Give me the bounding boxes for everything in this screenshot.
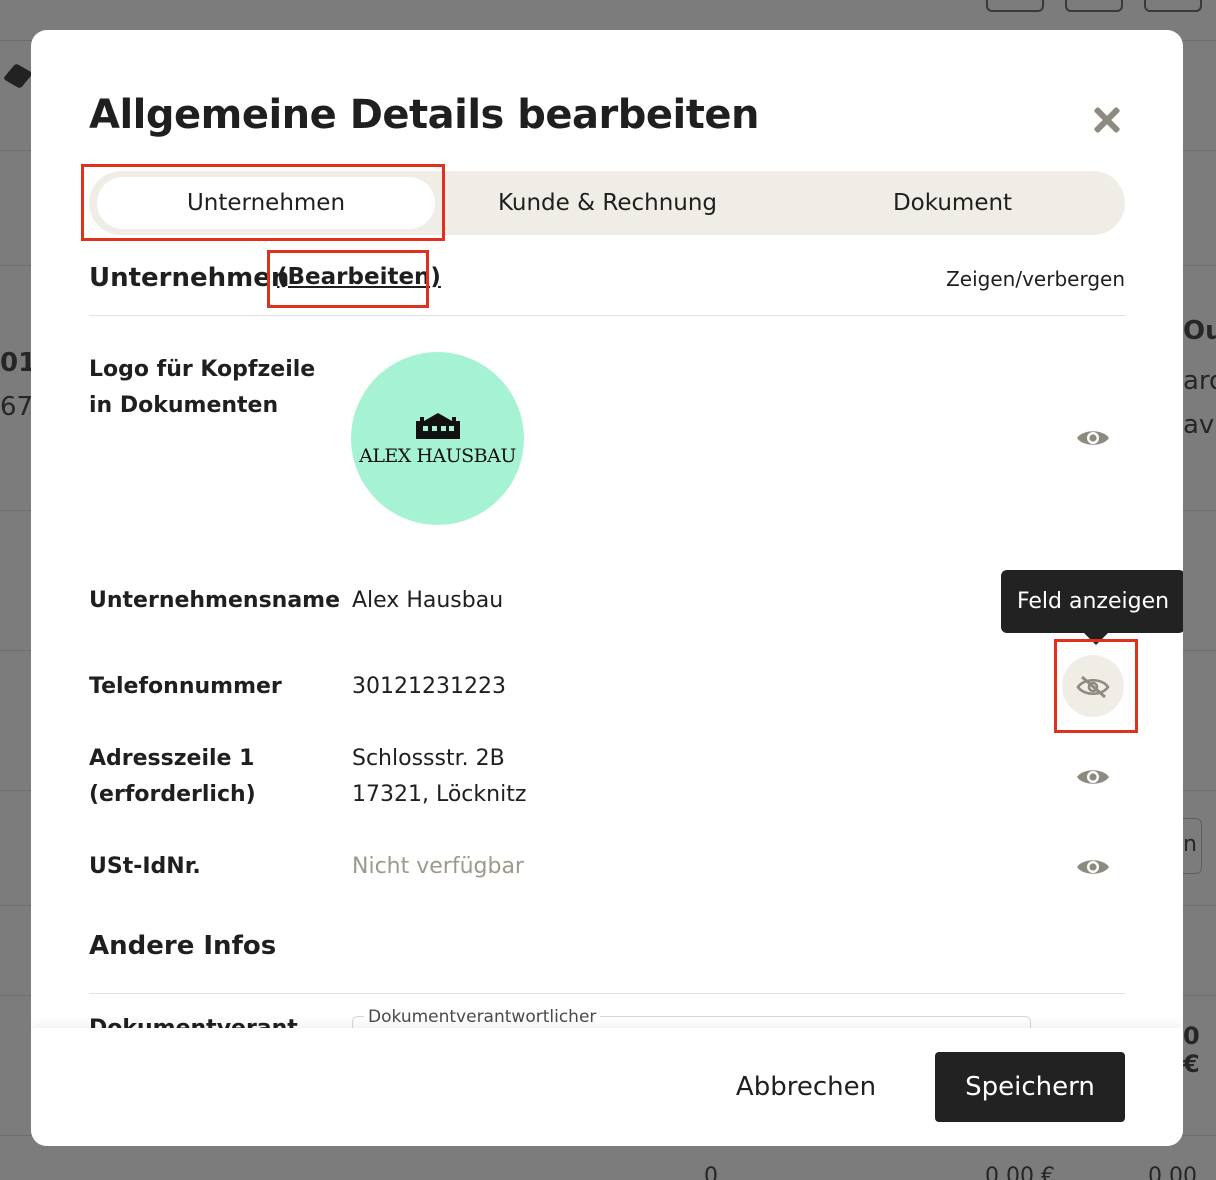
bg-fragment: 0 — [704, 1164, 718, 1180]
tooltip: Feld anzeigen — [1001, 570, 1183, 633]
vat-label: USt-IdNr. — [89, 854, 201, 879]
eye-icon-logo[interactable] — [1075, 427, 1111, 449]
tab-bar: Unternehmen Kunde & Rechnung Dokument — [89, 171, 1125, 235]
box-icon — [2, 63, 34, 89]
address-label-line1: Adresszeile 1 — [89, 746, 255, 771]
logo-label: Logo für Kopfzeile in Dokumenten — [89, 352, 315, 424]
company-name-value: Alex Hausbau — [352, 588, 504, 613]
vat-value: Nicht verfügbar — [352, 854, 524, 879]
document-owner-legend: Dokumentverantwortlicher — [364, 1007, 601, 1027]
bg-fragment: aro — [1183, 366, 1216, 396]
logo-label-line1: Logo für Kopfzeile — [89, 357, 316, 382]
save-button[interactable]: Speichern — [935, 1052, 1125, 1122]
address-label-line2: (erforderlich) — [89, 782, 256, 807]
bg-fragment: 0,00 € — [1148, 1164, 1197, 1180]
tab-unternehmen[interactable]: Unternehmen — [97, 177, 435, 229]
visibility-column-header: Zeigen/verbergen — [946, 267, 1125, 291]
section-divider — [89, 315, 1125, 316]
logo-text: ALEX HAUSBAU — [359, 444, 516, 467]
logo-label-line2: in Dokumenten — [89, 393, 279, 418]
other-info-title: Andere Infos — [89, 931, 277, 961]
edit-details-modal: Allgemeine Details bearbeiten Unternehme… — [31, 30, 1183, 1146]
bg-fragment: n — [1183, 832, 1197, 857]
bg-toolbar-button — [986, 0, 1044, 12]
bg-fragment: 0 € — [1183, 1022, 1200, 1078]
eye-icon-vat[interactable] — [1075, 856, 1111, 878]
address-value: Schlossstr. 2B 17321, Löcknitz — [352, 741, 526, 813]
modal-footer: Abbrechen Speichern — [31, 1028, 1183, 1146]
bg-toolbar-button — [1065, 0, 1123, 12]
company-logo: ALEX HAUSBAU — [351, 352, 524, 525]
bg-fragment: 0,00 € — [985, 1164, 1055, 1180]
edit-company-link[interactable]: (Bearbeiten) — [277, 264, 441, 290]
address-label: Adresszeile 1 (erforderlich) — [89, 741, 256, 813]
bg-fragment: Ous — [1183, 316, 1216, 346]
phone-label: Telefonnummer — [89, 674, 282, 699]
phone-value: 30121231223 — [352, 674, 506, 699]
bg-fragment: av@ — [1183, 410, 1216, 440]
tooltip-arrow — [1084, 633, 1108, 645]
close-icon[interactable] — [1087, 100, 1127, 140]
section-title: Unternehmen — [89, 263, 290, 293]
modal-title: Allgemeine Details bearbeiten — [89, 92, 759, 138]
cancel-button[interactable]: Abbrechen — [717, 1052, 895, 1122]
bg-toolbar-button — [1144, 0, 1202, 12]
house-logo-icon — [415, 412, 460, 439]
eye-icon-address[interactable] — [1075, 766, 1111, 788]
address-value-line2: 17321, Löcknitz — [352, 782, 527, 807]
eye-off-icon-phone[interactable] — [1075, 675, 1111, 699]
other-info-divider — [89, 993, 1125, 994]
company-name-label: Unternehmensname — [89, 588, 341, 613]
tab-kunde-rechnung[interactable]: Kunde & Rechnung — [435, 177, 780, 229]
address-value-line1: Schlossstr. 2B — [352, 746, 505, 771]
tab-dokument[interactable]: Dokument — [780, 177, 1125, 229]
